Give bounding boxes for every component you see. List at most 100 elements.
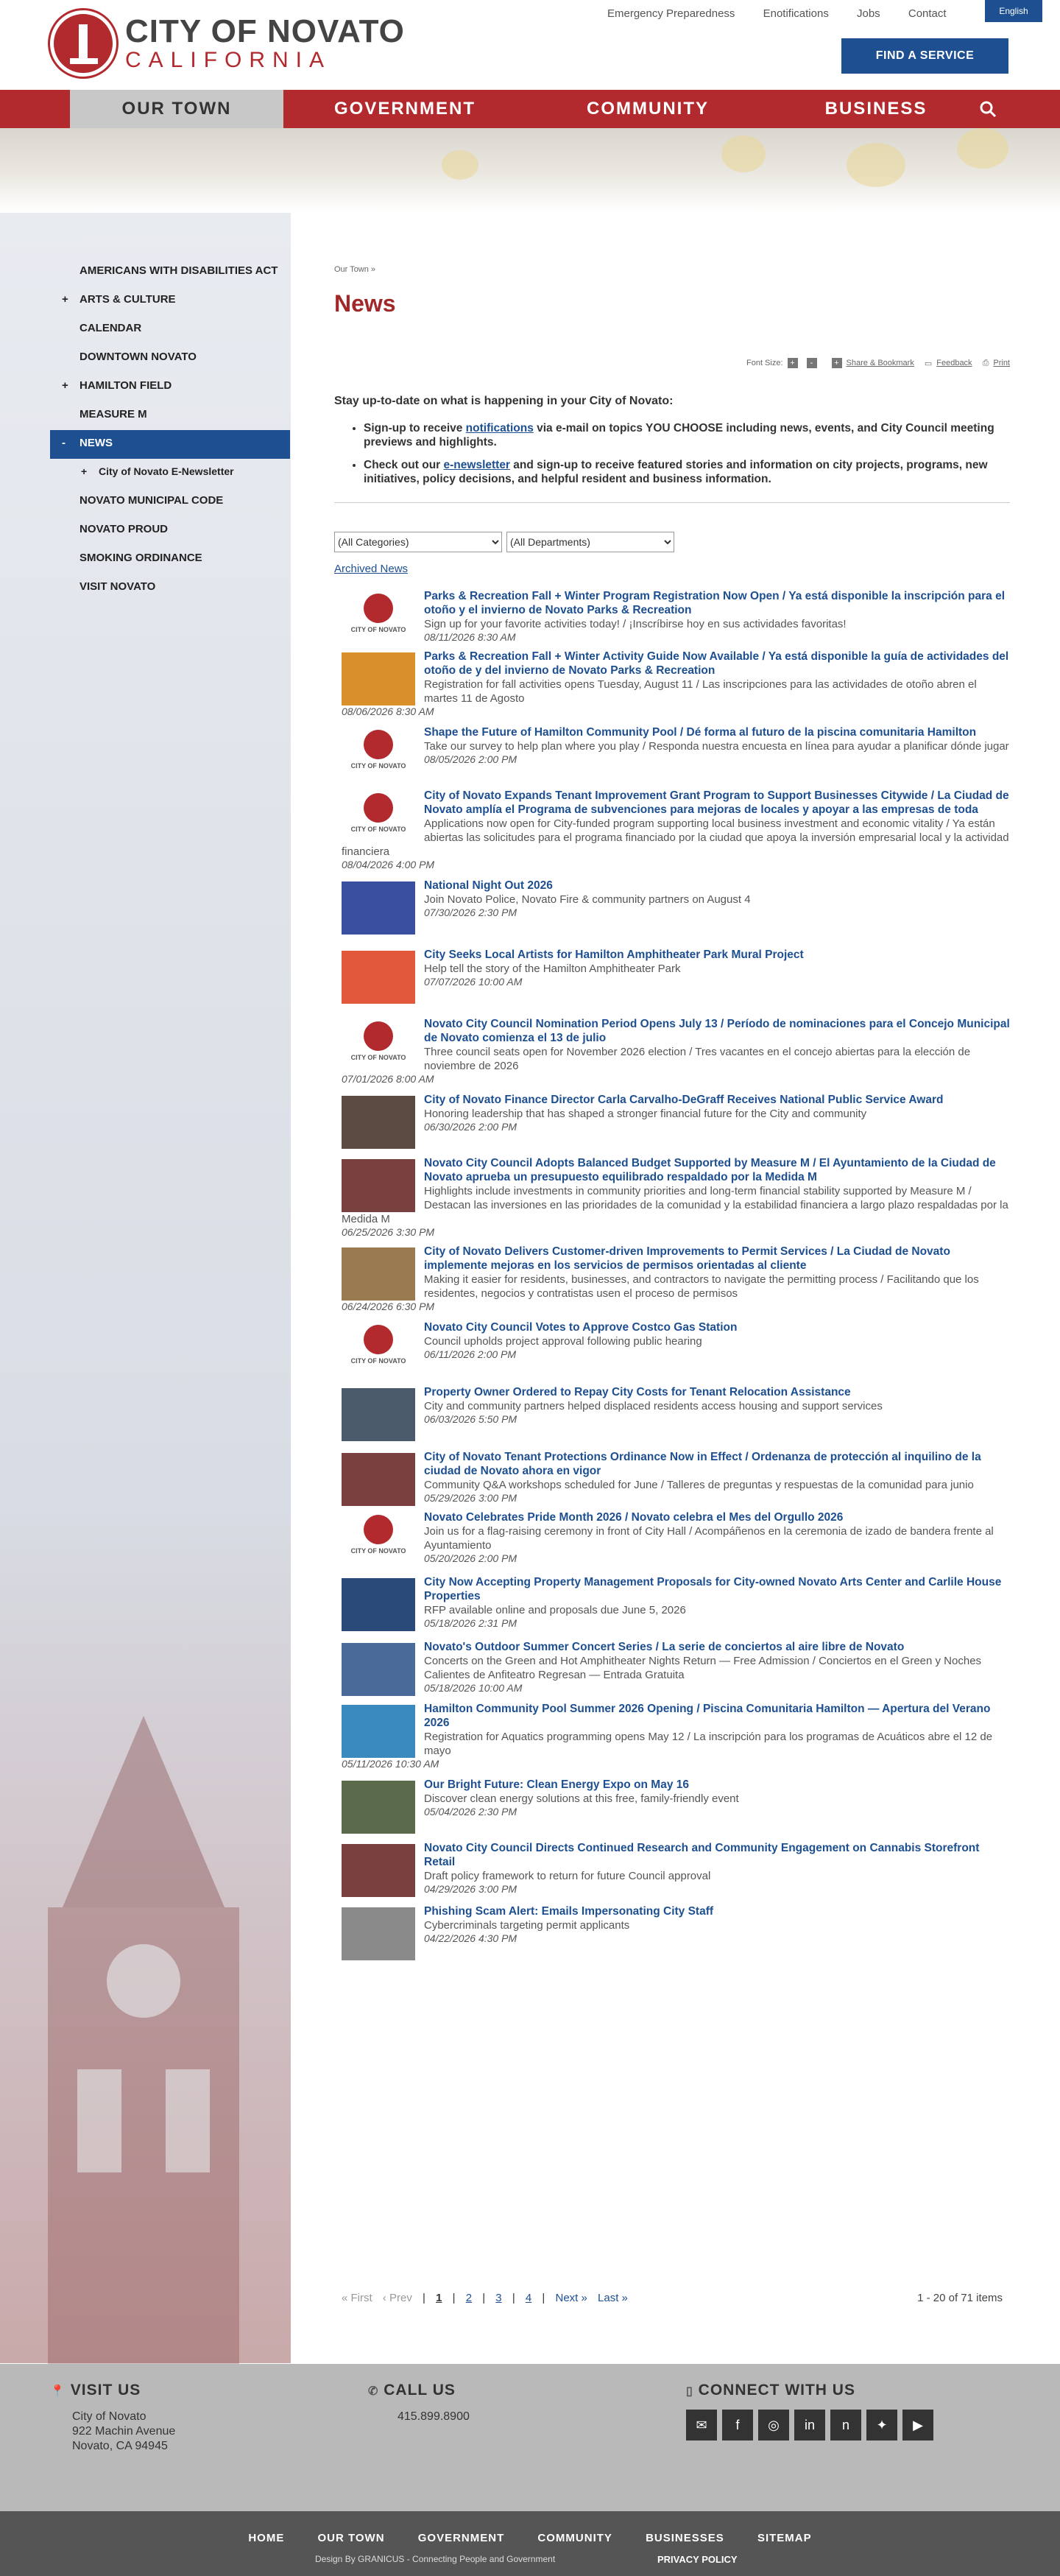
sidebar-item-news[interactable]: - NEWS — [50, 430, 290, 459]
news-title-link[interactable]: National Night Out 2026 — [342, 879, 1010, 893]
bottom-link-government[interactable]: GOVERNMENT — [418, 2532, 505, 2544]
pager-next[interactable]: Next » — [555, 2292, 587, 2304]
news-thumbnail[interactable]: CITY OF NOVATO — [342, 592, 415, 645]
pager-page-2[interactable]: 2 — [466, 2292, 472, 2304]
sidebar-item-arts-culture[interactable]: + ARTS & CULTURE — [50, 286, 290, 315]
news-thumbnail[interactable] — [342, 881, 415, 935]
utility-link-contact[interactable]: Contact — [908, 7, 947, 20]
expand-icon[interactable]: + — [81, 465, 87, 479]
news-thumbnail[interactable] — [342, 1705, 415, 1758]
expand-icon[interactable]: + — [62, 292, 68, 306]
category-select[interactable]: (All Categories) — [334, 532, 502, 552]
news-title-link[interactable]: Parks & Recreation Fall + Winter Program… — [342, 589, 1010, 617]
news-thumbnail[interactable] — [342, 1096, 415, 1149]
feedback-link[interactable]: Feedback — [936, 359, 972, 367]
news-title-link[interactable]: City of Novato Expands Tenant Improvemen… — [342, 789, 1010, 817]
privacy-policy-link[interactable]: PRIVACY POLICY — [657, 2554, 738, 2565]
news-thumbnail[interactable] — [342, 1159, 415, 1212]
news-title-link[interactable]: Novato City Council Adopts Balanced Budg… — [342, 1156, 1010, 1184]
nav-government[interactable]: GOVERNMENT — [283, 90, 526, 128]
find-a-service-button[interactable]: FIND A SERVICE — [841, 38, 1008, 74]
news-thumbnail[interactable] — [342, 1781, 415, 1834]
nav-business[interactable]: BUSINESS — [769, 90, 983, 128]
language-button[interactable]: English — [985, 0, 1042, 22]
news-title-link[interactable]: Novato Celebrates Pride Month 2026 / Nov… — [342, 1510, 1010, 1524]
news-thumbnail[interactable] — [342, 951, 415, 1004]
news-title-link[interactable]: City of Novato Delivers Customer-driven … — [342, 1245, 1010, 1273]
collapse-icon[interactable]: - — [62, 436, 66, 450]
news-title-link[interactable]: Phishing Scam Alert: Emails Impersonatin… — [342, 1904, 1010, 1918]
news-title-link[interactable]: Hamilton Community Pool Summer 2026 Open… — [342, 1702, 1010, 1730]
nav-community[interactable]: COMMUNITY — [526, 90, 769, 128]
pager-first[interactable]: « First — [342, 2292, 372, 2304]
news-title-link[interactable]: Parks & Recreation Fall + Winter Activit… — [342, 650, 1010, 678]
news-thumbnail[interactable] — [342, 652, 415, 705]
pager-last[interactable]: Last » — [598, 2292, 628, 2304]
twitter-icon[interactable]: ✦ — [866, 2410, 897, 2440]
youtube-icon[interactable]: ▶ — [902, 2410, 933, 2440]
search-icon[interactable] — [979, 100, 997, 118]
news-title-link[interactable]: Novato City Council Votes to Approve Cos… — [342, 1320, 1010, 1334]
news-thumbnail[interactable] — [342, 1453, 415, 1506]
news-title-link[interactable]: Our Bright Future: Clean Energy Expo on … — [342, 1778, 1010, 1792]
sidebar-item-calendar[interactable]: CALENDAR — [50, 315, 290, 344]
pager-page-4[interactable]: 4 — [526, 2292, 531, 2304]
archived-news-link[interactable]: Archived News — [334, 563, 408, 575]
instagram-icon[interactable]: ◎ — [758, 2410, 789, 2440]
font-increase-button[interactable]: + — [787, 358, 798, 368]
expand-icon[interactable]: + — [62, 379, 68, 393]
news-title-link[interactable]: Novato's Outdoor Summer Concert Series /… — [342, 1640, 1010, 1654]
sidebar-item-hamilton-field[interactable]: + HAMILTON FIELD — [50, 373, 290, 401]
sidebar-item-measure-m[interactable]: MEASURE M — [50, 401, 290, 430]
print-link[interactable]: Print — [993, 359, 1010, 367]
granicus-credit[interactable]: Design By GRANICUS - Connecting People a… — [315, 2554, 555, 2564]
bottom-link-our-town[interactable]: OUR TOWN — [318, 2532, 385, 2544]
nextdoor-icon[interactable]: n — [830, 2410, 861, 2440]
nav-our-town[interactable]: OUR TOWN — [70, 90, 283, 128]
news-title-link[interactable]: Property Owner Ordered to Repay City Cos… — [342, 1385, 1010, 1399]
city-logo[interactable]: CITY OF NOVATO CALIFORNIA — [50, 10, 405, 77]
sidebar-item-smoking[interactable]: SMOKING ORDINANCE — [50, 545, 290, 574]
news-thumbnail[interactable]: CITY OF NOVATO — [342, 1513, 415, 1566]
share-bookmark-link[interactable]: Share & Bookmark — [847, 359, 914, 367]
pager-page-3[interactable]: 3 — [495, 2292, 501, 2304]
news-thumbnail[interactable]: CITY OF NOVATO — [342, 1323, 415, 1376]
enewsletter-link[interactable]: e-newsletter — [444, 459, 510, 471]
bottom-link-home[interactable]: HOME — [248, 2532, 284, 2544]
bottom-link-businesses[interactable]: BUSINESSES — [646, 2532, 724, 2544]
news-title-link[interactable]: Shape the Future of Hamilton Community P… — [342, 725, 1010, 739]
sidebar-item-downtown[interactable]: DOWNTOWN NOVATO — [50, 344, 290, 373]
utility-link-emergency[interactable]: Emergency Preparedness — [607, 7, 735, 20]
phone-number[interactable]: 415.899.8900 — [398, 2410, 470, 2424]
utility-link-enotifications[interactable]: Enotifications — [763, 7, 829, 20]
news-title-link[interactable]: City of Novato Tenant Protections Ordina… — [342, 1450, 1010, 1478]
breadcrumb[interactable]: Our Town » — [334, 265, 1010, 274]
facebook-icon[interactable]: f — [722, 2410, 753, 2440]
pager-page-1[interactable]: 1 — [436, 2292, 442, 2304]
sidebar-item-ada[interactable]: AMERICANS WITH DISABILITIES ACT — [50, 258, 290, 286]
news-title-link[interactable]: Novato City Council Directs Continued Re… — [342, 1841, 1010, 1869]
bottom-link-sitemap[interactable]: SITEMAP — [757, 2532, 812, 2544]
sidebar-item-enewsletter[interactable]: + City of Novato E-Newsletter — [50, 459, 290, 488]
news-title-link[interactable]: Novato City Council Nomination Period Op… — [342, 1017, 1010, 1045]
sidebar-item-novato-proud[interactable]: NOVATO PROUD — [50, 516, 290, 545]
news-thumbnail[interactable] — [342, 1907, 415, 1960]
news-title-link[interactable]: City Seeks Local Artists for Hamilton Am… — [342, 948, 1010, 962]
sidebar-item-visit-novato[interactable]: VISIT NOVATO — [50, 574, 290, 602]
notifications-link[interactable]: notifications — [466, 422, 534, 434]
news-thumbnail[interactable]: CITY OF NOVATO — [342, 1020, 415, 1073]
news-thumbnail[interactable] — [342, 1643, 415, 1696]
bottom-link-community[interactable]: COMMUNITY — [537, 2532, 612, 2544]
sidebar-item-municipal-code[interactable]: NOVATO MUNICIPAL CODE — [50, 488, 290, 516]
news-title-link[interactable]: City Now Accepting Property Management P… — [342, 1575, 1010, 1603]
email-icon[interactable]: ✉ — [686, 2410, 717, 2440]
news-thumbnail[interactable] — [342, 1247, 415, 1301]
news-thumbnail[interactable] — [342, 1388, 415, 1441]
news-title-link[interactable]: City of Novato Finance Director Carla Ca… — [342, 1093, 1010, 1107]
news-thumbnail[interactable]: CITY OF NOVATO — [342, 728, 415, 781]
linkedin-icon[interactable]: in — [794, 2410, 825, 2440]
pager-prev[interactable]: ‹ Prev — [383, 2292, 412, 2304]
utility-link-jobs[interactable]: Jobs — [857, 7, 880, 20]
news-thumbnail[interactable] — [342, 1844, 415, 1897]
news-thumbnail[interactable]: CITY OF NOVATO — [342, 792, 415, 845]
